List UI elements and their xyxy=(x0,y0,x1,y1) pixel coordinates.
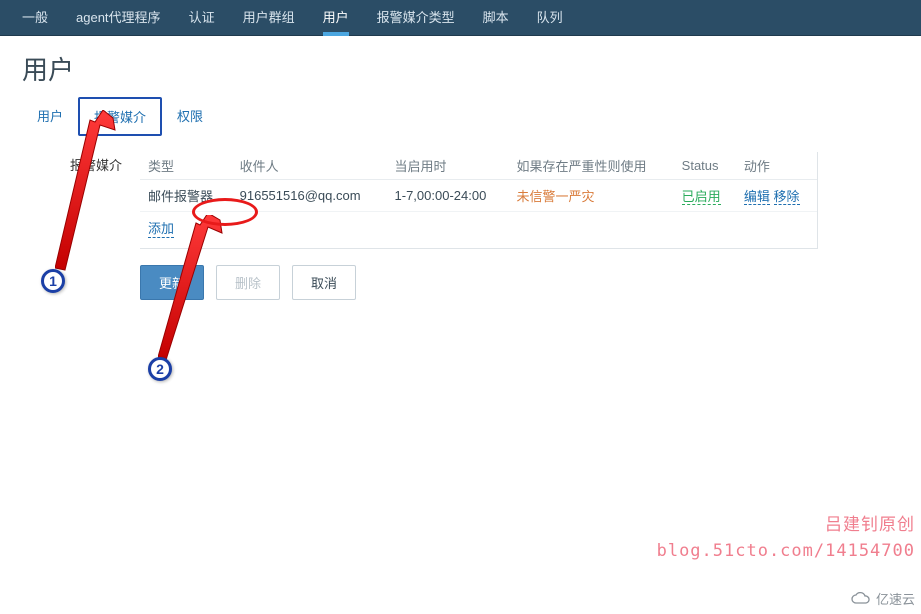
media-table: 类型 收件人 当启用时 如果存在严重性则使用 Status 动作 邮件报警器 9… xyxy=(140,152,818,249)
topnav-users[interactable]: 用户 xyxy=(309,0,363,36)
th-when: 当启用时 xyxy=(387,152,509,180)
topnav-general[interactable]: 一般 xyxy=(8,0,62,36)
table-header-row: 类型 收件人 当启用时 如果存在严重性则使用 Status 动作 xyxy=(140,152,817,180)
annotation-marker-2: 2 xyxy=(148,357,172,381)
th-type: 类型 xyxy=(140,152,232,180)
subtabs: 用户 报警媒介 权限 xyxy=(0,97,921,136)
annotation-marker-1: 1 xyxy=(41,269,65,293)
cell-actions: 编辑 移除 xyxy=(736,180,817,212)
topnav-scripts[interactable]: 脚本 xyxy=(469,0,523,36)
cell-status: 已启用 xyxy=(674,180,736,212)
update-button[interactable]: 更新 xyxy=(140,265,204,300)
table-row: 邮件报警器 916551516@qq.com 1-7,00:00-24:00 未… xyxy=(140,180,817,212)
subtab-user[interactable]: 用户 xyxy=(22,97,78,136)
th-severity: 如果存在严重性则使用 xyxy=(508,152,673,180)
delete-button[interactable]: 删除 xyxy=(216,265,280,300)
button-row: 更新 删除 取消 xyxy=(140,265,921,300)
page-title: 用户 xyxy=(0,36,921,97)
cancel-button[interactable]: 取消 xyxy=(292,265,356,300)
field-label-media: 报警媒介 xyxy=(22,152,122,249)
remove-link[interactable]: 移除 xyxy=(774,189,800,205)
cloud-icon xyxy=(850,592,872,606)
th-recipient: 收件人 xyxy=(232,152,387,180)
cell-when: 1-7,00:00-24:00 xyxy=(387,180,509,212)
add-row: 添加 xyxy=(140,212,817,249)
subtab-media[interactable]: 报警媒介 xyxy=(78,97,162,136)
topnav-agent[interactable]: agent代理程序 xyxy=(62,0,175,36)
cell-type: 邮件报警器 xyxy=(140,180,232,212)
corner-brand-logo: 亿速云 xyxy=(850,589,915,608)
topnav-mediatypes[interactable]: 报警媒介类型 xyxy=(363,0,469,36)
subtab-permissions[interactable]: 权限 xyxy=(162,97,218,136)
watermark-text: 吕建钊原创 blog.51cto.com/14154700 xyxy=(657,513,915,564)
add-media-link[interactable]: 添加 xyxy=(148,218,174,238)
top-navigation: 一般 agent代理程序 认证 用户群组 用户 报警媒介类型 脚本 队列 xyxy=(0,0,921,36)
cell-recipient: 916551516@qq.com xyxy=(232,180,387,212)
th-status: Status xyxy=(674,152,736,180)
topnav-usergroups[interactable]: 用户群组 xyxy=(229,0,309,36)
th-actions: 动作 xyxy=(736,152,817,180)
content-area: 报警媒介 类型 收件人 当启用时 如果存在严重性则使用 Status 动作 邮件… xyxy=(22,152,899,249)
cell-severity: 未信警一严灾 xyxy=(508,180,673,212)
edit-link[interactable]: 编辑 xyxy=(744,189,770,205)
topnav-auth[interactable]: 认证 xyxy=(175,0,229,36)
topnav-queue[interactable]: 队列 xyxy=(523,0,577,36)
